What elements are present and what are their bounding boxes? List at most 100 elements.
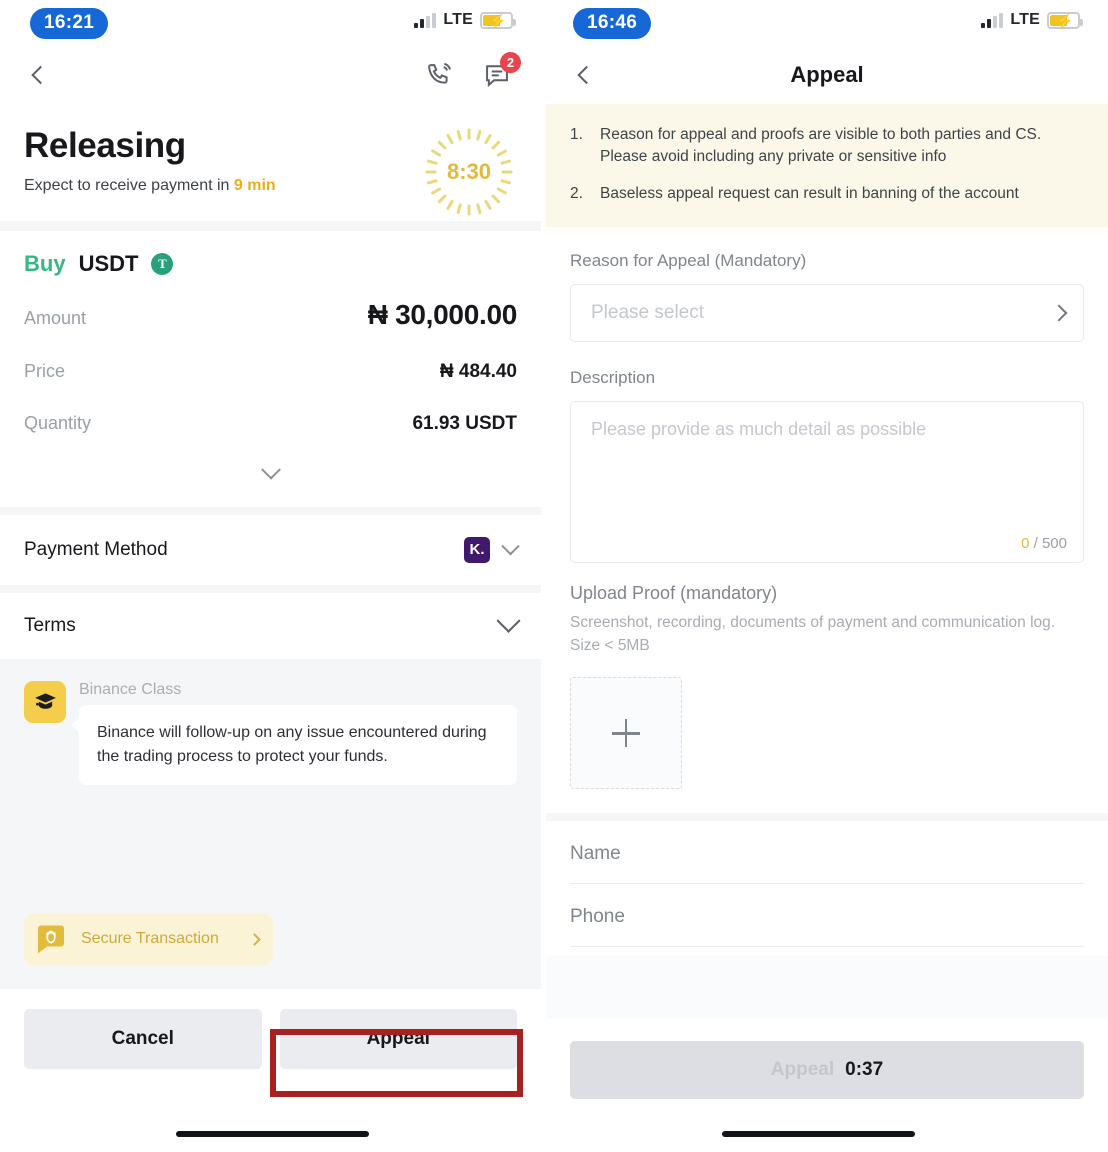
- reason-select[interactable]: Please select: [570, 284, 1084, 343]
- payment-method-label: Payment Method: [24, 539, 168, 560]
- chat-message: Binance Class Binance will follow-up on …: [24, 681, 517, 785]
- home-indicator: [176, 1131, 369, 1137]
- payment-method-row[interactable]: Payment Method K.: [0, 515, 541, 585]
- description-textarea[interactable]: Please provide as much detail as possibl…: [570, 401, 1084, 564]
- appeal-notice-banner: 1. Reason for appeal and proofs are visi…: [546, 104, 1108, 228]
- upload-proof-hint: Screenshot, recording, documents of paym…: [570, 614, 1056, 654]
- signal-bars-icon: [981, 12, 1004, 28]
- phone-call-icon[interactable]: [425, 61, 453, 89]
- chat-panel: Binance Class Binance will follow-up on …: [0, 659, 541, 989]
- upload-proof-label: Upload Proof (mandatory): [570, 583, 778, 604]
- submit-appeal-label: Appeal: [770, 1059, 835, 1081]
- kuda-bank-icon: K.: [464, 537, 490, 563]
- status-indicators: LTE ⚡: [981, 11, 1083, 29]
- description-placeholder: Please provide as much detail as possibl…: [591, 419, 927, 440]
- reason-placeholder: Please select: [591, 302, 705, 324]
- battery-charging-icon: ⚡: [480, 11, 516, 29]
- binance-class-avatar-icon: [24, 681, 66, 723]
- countdown-value: 8:30: [446, 159, 492, 184]
- payment-method-right: K.: [464, 536, 520, 563]
- network-label: LTE: [443, 11, 473, 28]
- cancel-button[interactable]: Cancel: [24, 1009, 262, 1069]
- field-underline: [570, 946, 1084, 948]
- chevron-down-icon: [501, 536, 520, 555]
- order-side: Buy: [24, 251, 66, 276]
- home-indicator: [722, 1131, 915, 1137]
- screenshot-stage: 16:21 LTE ⚡ 2 Releasing Expect to receiv…: [0, 0, 1108, 1152]
- name-field-group: Name: [546, 821, 1108, 885]
- row-value: ₦ 30,000.00: [367, 299, 518, 330]
- secure-transaction-pill[interactable]: Secure Transaction: [24, 913, 273, 965]
- notice-number: 2.: [570, 184, 583, 202]
- terms-row[interactable]: Terms: [0, 593, 541, 659]
- row-label: Amount: [24, 308, 87, 328]
- order-side-line: Buy USDT T: [24, 251, 517, 277]
- row-value: ₦ 484.40: [439, 361, 517, 382]
- reason-label: Reason for Appeal (Mandatory): [570, 251, 807, 271]
- order-coin: USDT: [78, 251, 139, 276]
- status-clock: 16:21: [30, 8, 109, 39]
- plus-icon: [612, 719, 640, 748]
- name-input[interactable]: Name: [570, 821, 1084, 883]
- order-row-quantity: Quantity 61.93 USDT: [24, 413, 517, 435]
- chat-unread-badge: 2: [500, 52, 521, 73]
- chat-message-body: Binance Class Binance will follow-up on …: [71, 681, 517, 785]
- status-indicators: LTE ⚡: [414, 11, 516, 29]
- section-divider: [546, 813, 1108, 822]
- row-label: Quantity: [24, 413, 92, 433]
- battery-charging-icon: ⚡: [1047, 11, 1083, 29]
- appeal-form: Reason for Appeal (Mandatory) Please sel…: [546, 227, 1108, 790]
- secure-transaction-label: Secure Transaction: [81, 930, 219, 947]
- nav-bar-left: 2: [0, 46, 541, 104]
- description-label: Description: [570, 368, 656, 388]
- chat-bubble-text: Binance will follow-up on any issue enco…: [71, 705, 517, 785]
- nav-actions: 2: [425, 52, 521, 89]
- chevron-right-icon: [247, 932, 261, 946]
- row-value: 61.93 USDT: [412, 413, 517, 434]
- subtitle-text: Expect to receive payment in: [24, 177, 230, 194]
- terms-label: Terms: [24, 615, 76, 636]
- action-button-bar: Cancel Appeal: [0, 989, 541, 1069]
- chevron-right-icon: [1050, 304, 1068, 322]
- section-divider: [0, 507, 541, 515]
- phone-screen-appeal-form: 16:46 LTE ⚡ Appeal 1. Reason for appeal …: [546, 0, 1108, 1152]
- upload-proof-button[interactable]: [570, 677, 682, 790]
- status-bar-left: 16:21 LTE ⚡: [0, 0, 541, 46]
- phone-field-group: Phone: [546, 884, 1108, 948]
- status-bar-right: 16:46 LTE ⚡: [546, 0, 1108, 46]
- signal-bars-icon: [414, 12, 437, 28]
- subtitle-eta: 9 min: [233, 177, 276, 194]
- notice-text: Baseless appeal request can result in ba…: [600, 184, 1019, 202]
- notice-item: 2. Baseless appeal request can result in…: [570, 183, 1084, 205]
- submit-appeal-timer: 0:37: [845, 1059, 884, 1081]
- character-counter: 0 / 500: [1021, 535, 1067, 552]
- appeal-button[interactable]: Appeal: [279, 1009, 517, 1069]
- expand-order-details-button[interactable]: [24, 459, 517, 499]
- character-count: 0: [1021, 535, 1030, 553]
- status-clock: 16:46: [573, 8, 652, 39]
- network-label: LTE: [1010, 11, 1040, 28]
- nav-bar-right: Appeal: [546, 46, 1108, 104]
- usdt-coin-icon: T: [151, 253, 174, 275]
- chat-message-icon[interactable]: 2: [483, 52, 521, 89]
- notice-text: Reason for appeal and proofs are visible…: [600, 126, 1042, 166]
- order-status-header: Releasing Expect to receive payment in 9…: [0, 104, 541, 221]
- character-limit: / 500: [1033, 535, 1067, 553]
- phone-input[interactable]: Phone: [570, 884, 1084, 946]
- section-divider: [0, 585, 541, 593]
- form-spacer: [546, 955, 1108, 1020]
- order-row-price: Price ₦ 484.40: [24, 361, 517, 383]
- secure-shield-icon: [34, 922, 68, 956]
- row-label: Price: [24, 361, 66, 381]
- chat-sender-name: Binance Class: [79, 681, 182, 698]
- submit-appeal-button[interactable]: Appeal 0:37: [570, 1041, 1084, 1100]
- countdown-timer-ring: 8:30: [425, 128, 513, 216]
- submit-button-bar: Appeal 0:37: [546, 1019, 1108, 1100]
- chevron-down-icon: [496, 608, 521, 633]
- order-summary: Buy USDT T Amount ₦ 30,000.00 Price ₦ 48…: [0, 231, 541, 507]
- back-icon[interactable]: [31, 65, 50, 85]
- notice-number: 1.: [570, 126, 583, 143]
- phone-screen-order-detail: 16:21 LTE ⚡ 2 Releasing Expect to receiv…: [0, 0, 541, 1152]
- section-divider: [0, 221, 541, 231]
- chevron-down-icon: [260, 459, 281, 480]
